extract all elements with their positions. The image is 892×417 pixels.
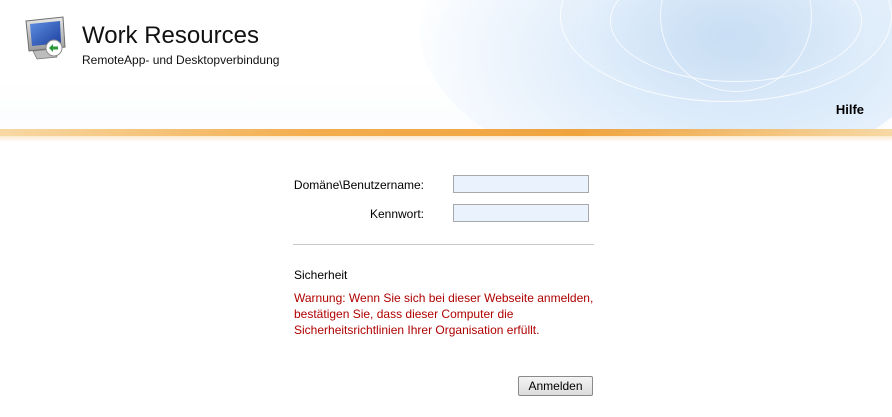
help-link[interactable]: Hilfe (836, 102, 864, 117)
password-label: Kennwort: (369, 207, 424, 221)
security-title: Sicherheit (294, 268, 348, 282)
security-warning: Warnung: Wenn Sie sich bei dieser Websei… (294, 291, 594, 337)
username-input[interactable] (453, 175, 589, 193)
app-title: Work Resources (82, 22, 259, 49)
app-subtitle: RemoteApp- und Desktopverbindung (82, 53, 280, 67)
form-divider (293, 244, 594, 245)
page-header: Work Resources RemoteApp- und Desktopver… (0, 0, 892, 132)
sign-in-button[interactable]: Anmelden (518, 376, 593, 396)
password-input[interactable] (453, 204, 589, 222)
header-accent-shadow (0, 136, 892, 142)
remote-desktop-monitor-icon (23, 15, 71, 63)
header-accent-bar (0, 129, 892, 136)
username-label: Domäne\Benutzername: (293, 178, 424, 192)
